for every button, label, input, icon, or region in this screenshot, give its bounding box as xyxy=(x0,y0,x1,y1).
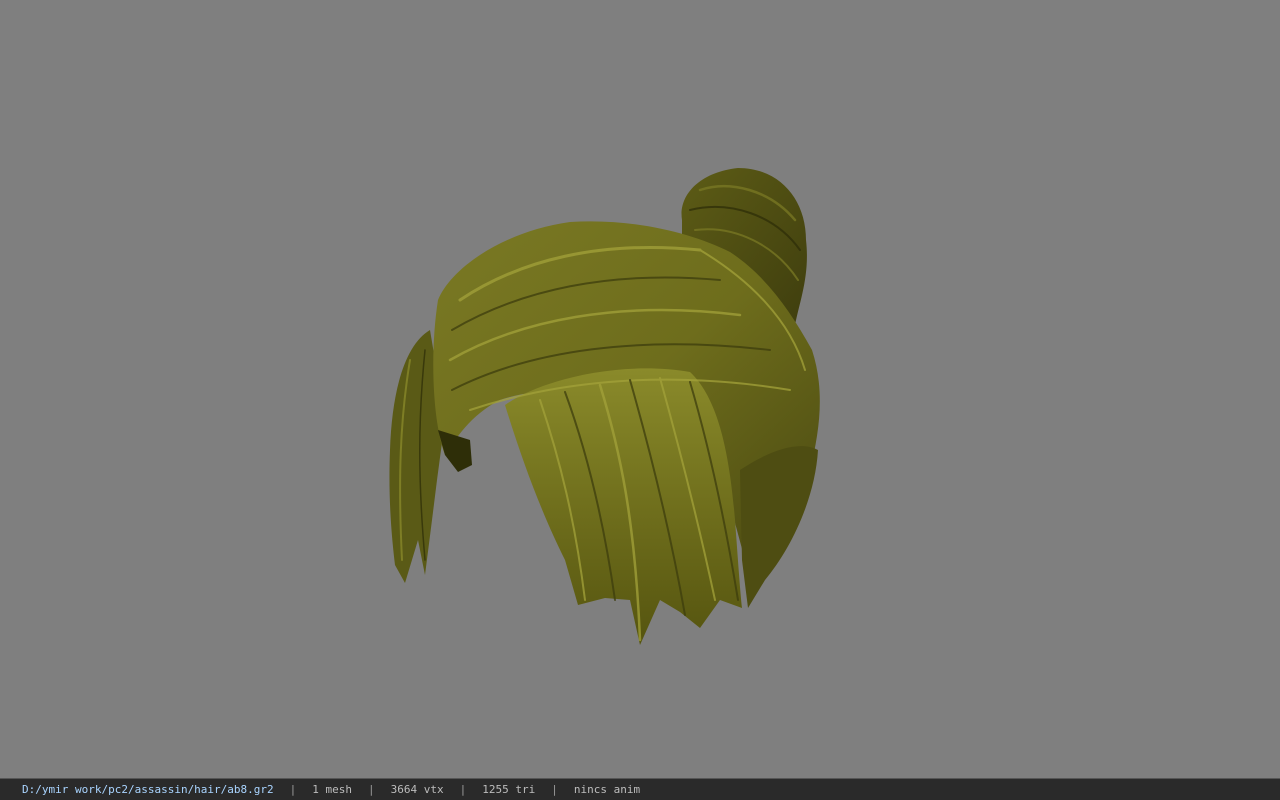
3d-viewport[interactable] xyxy=(0,0,1280,778)
status-separator: | xyxy=(459,783,467,796)
status-separator: | xyxy=(368,783,375,796)
status-separator: | xyxy=(551,783,558,796)
triangle-count-label: 1255 tri xyxy=(482,783,536,796)
file-path-label: D:/ymir work/pc2/assassin/hair/ab8.gr2 xyxy=(22,783,274,796)
hair-front-strands xyxy=(505,368,742,645)
vertex-count-label: 3664 vtx xyxy=(390,783,444,796)
hair-right-back xyxy=(740,446,818,608)
anim-status-label: nincs anim xyxy=(573,783,641,796)
hair-underside xyxy=(438,430,472,472)
status-separator: | xyxy=(289,783,297,796)
hair-model-render[interactable] xyxy=(0,0,1280,778)
status-bar: D:/ymir work/pc2/assassin/hair/ab8.gr2 |… xyxy=(0,778,1280,800)
mesh-count-label: 1 mesh xyxy=(312,783,353,796)
